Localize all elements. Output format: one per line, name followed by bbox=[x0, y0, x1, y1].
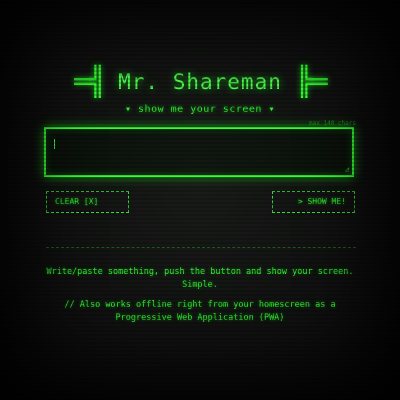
title-row: ═╣ Mr. Shareman ╠═ bbox=[0, 66, 400, 98]
header: ═╣ Mr. Shareman ╠═ ▾ show me your screen… bbox=[0, 66, 400, 116]
left-bracket-decoration: ═╣ bbox=[74, 65, 106, 98]
pwa-note-text: // Also works offline right from your ho… bbox=[64, 300, 336, 323]
app-subtitle: ▾ show me your screen ▾ bbox=[125, 104, 275, 115]
clear-button[interactable]: CLEAR [X] bbox=[46, 191, 129, 213]
description-text: Write/paste something, push the button a… bbox=[46, 267, 354, 290]
show-me-button[interactable]: > SHOW ME! bbox=[272, 191, 355, 213]
right-bracket-decoration: ╠═ bbox=[295, 65, 328, 98]
max-chars-label: max 140 chars bbox=[309, 120, 356, 127]
text-caret bbox=[54, 139, 55, 149]
message-input[interactable]: ◿ bbox=[44, 127, 354, 177]
crt-screen: ═╣ Mr. Shareman ╠═ ▾ show me your screen… bbox=[0, 0, 400, 400]
resize-handle-icon[interactable]: ◿ bbox=[345, 165, 349, 173]
divider bbox=[46, 247, 356, 248]
app-title: Mr. Shareman bbox=[118, 70, 282, 94]
